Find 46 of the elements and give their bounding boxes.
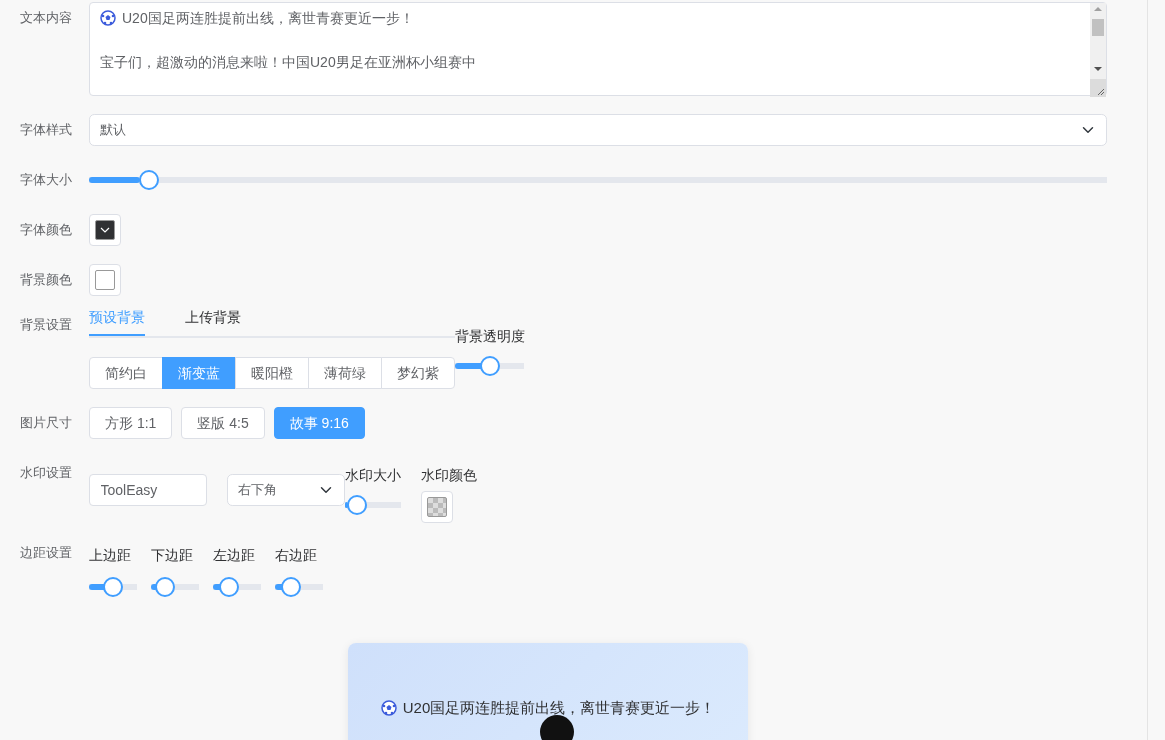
preview-title: U20国足两连胜提前出线，离世青赛更近一步！ (348, 697, 748, 720)
scrollbar[interactable] (1090, 3, 1106, 95)
color-picker[interactable] (421, 491, 453, 523)
slider-label: 水印颜色 (421, 466, 477, 485)
slider-label: 左边距 (213, 546, 256, 565)
preset-button[interactable]: 简约白 (89, 357, 163, 389)
text-line: 宝子们，超激动的消息来啦！中国U20男足在亚洲杯小组赛中 (100, 53, 477, 72)
slider-handle[interactable] (103, 577, 123, 597)
transparent-swatch (427, 497, 447, 517)
text-line: U20国足两连胜提前出线，离世青赛更近一步！ (100, 7, 1086, 29)
font-style-select[interactable]: 默认 (89, 114, 1107, 146)
soccer-ball-icon (100, 10, 116, 26)
slider-handle[interactable] (218, 577, 239, 597)
slider-handle[interactable] (479, 356, 500, 376)
slider-handle[interactable] (280, 577, 301, 597)
slider-handle[interactable] (138, 170, 159, 190)
field-label: 字体大小 (20, 171, 73, 189)
field-label: 图片尺寸 (20, 414, 73, 432)
tab[interactable]: 上传背景 (185, 307, 241, 336)
field-label: 水印设置 (20, 465, 73, 481)
slider-label: 水印大小 (345, 466, 401, 485)
round-badge (540, 715, 574, 740)
preset-button[interactable]: 梦幻紫 (381, 357, 455, 389)
field-label: 背景颜色 (20, 271, 73, 289)
field-label: 文本内容 (20, 9, 73, 27)
field-label: 字体样式 (20, 121, 73, 139)
color-picker[interactable] (89, 264, 121, 296)
text-content-field[interactable]: U20国足两连胜提前出线，离世青赛更近一步！ 宝子们，超激动的消息来啦！中国U20男足在亚洲杯小组赛中 (89, 2, 1107, 96)
slider-label: 下边距 (151, 546, 194, 565)
slider-label: 右边距 (275, 546, 318, 565)
watermark-text-field[interactable]: ToolEasy (89, 474, 207, 506)
preset-button[interactable]: 暖阳橙 (235, 357, 309, 389)
slider-label: 上边距 (89, 546, 132, 565)
field-label: 背景设置 (20, 316, 73, 334)
soccer-ball-icon (380, 700, 397, 716)
slider-label: 背景透明度 (455, 327, 525, 346)
field-label: 字体颜色 (20, 221, 73, 239)
field-label: 边距设置 (20, 545, 73, 561)
preset-button[interactable]: 薄荷绿 (308, 357, 382, 389)
size-button[interactable]: 竖版 4:5 (181, 407, 265, 439)
color-picker[interactable] (89, 214, 121, 246)
size-button[interactable]: 方形 1:1 (89, 407, 173, 439)
slider-handle[interactable] (155, 577, 176, 597)
watermark-position-select[interactable]: 右下角 (227, 474, 345, 506)
slider-handle[interactable] (346, 495, 367, 515)
chevron-down-icon (100, 227, 110, 233)
